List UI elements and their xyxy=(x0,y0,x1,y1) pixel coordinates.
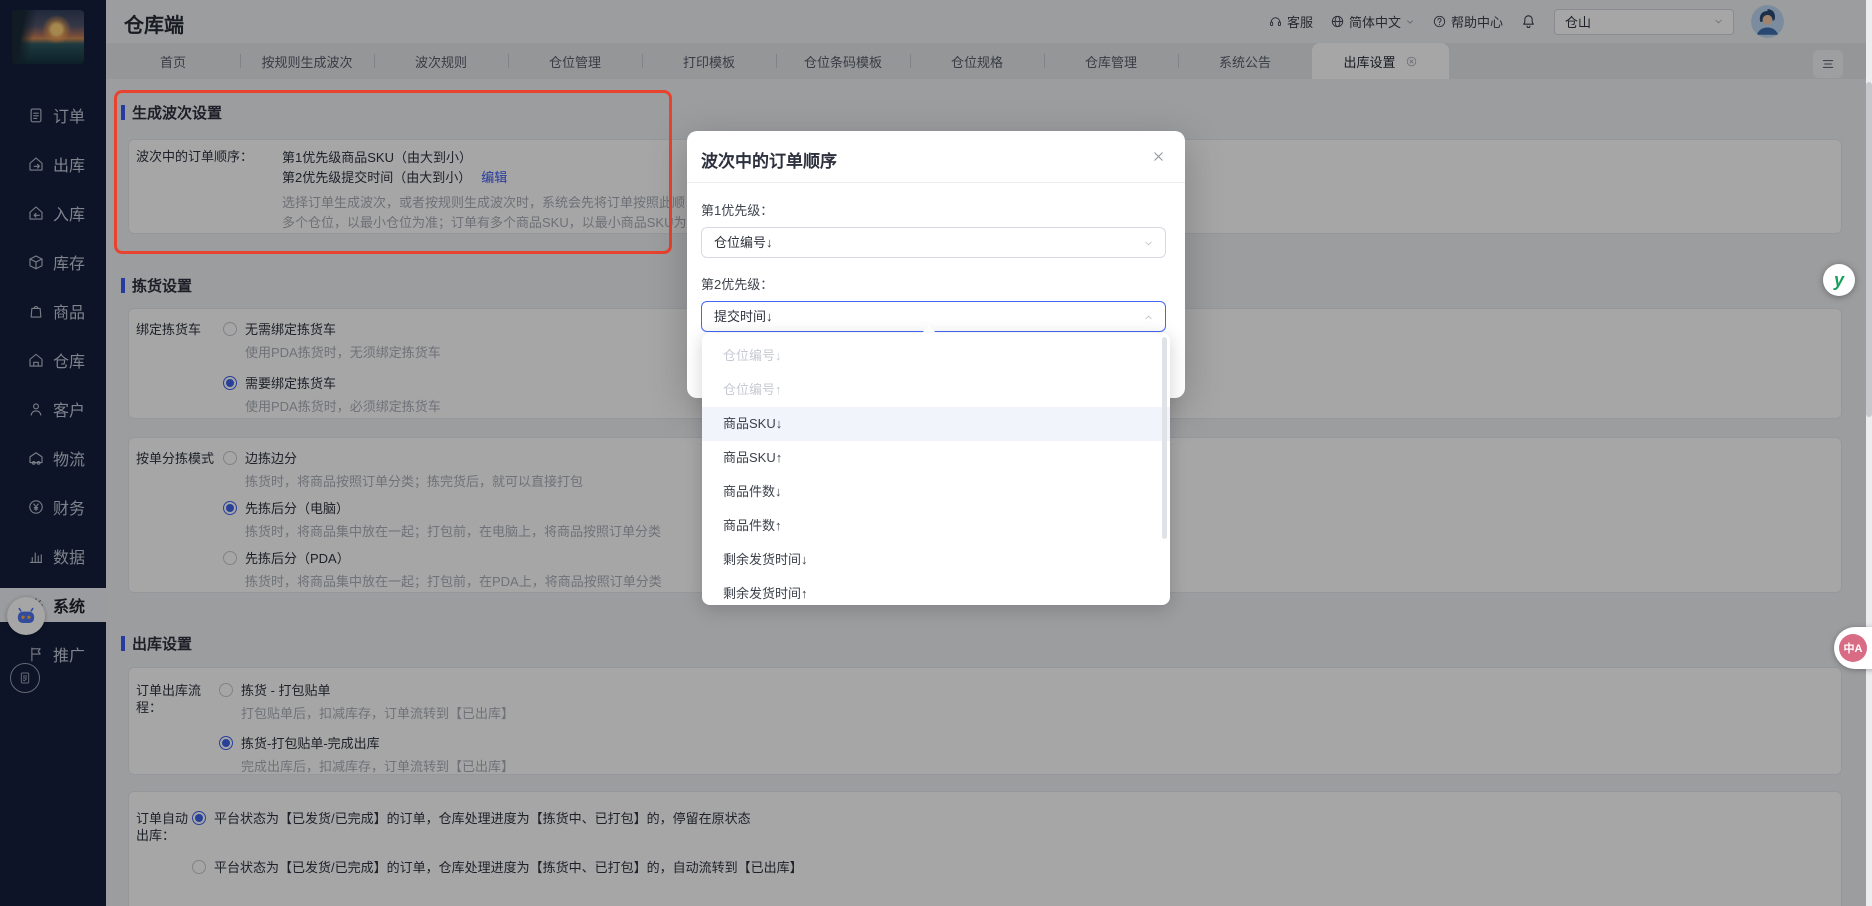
chevron-down-icon xyxy=(1143,238,1154,249)
dropdown-option[interactable]: 剩余发货时间↑ xyxy=(702,577,1170,605)
dropdown-option[interactable]: 商品件数↑ xyxy=(702,509,1170,543)
scrollbar-thumb[interactable] xyxy=(1866,82,1872,417)
dropdown-option[interactable]: 商品件数↓ xyxy=(702,475,1170,509)
close-icon[interactable] xyxy=(1151,149,1166,164)
guide-highlight-box xyxy=(114,90,672,254)
priority-dropdown: 仓位编号↓仓位编号↑商品SKU↓商品SKU↑商品件数↓商品件数↑剩余发货时间↓剩… xyxy=(702,333,1170,605)
priority-select-2[interactable]: 提交时间↓ xyxy=(701,301,1166,332)
modal-title: 波次中的订单顺序 xyxy=(701,147,837,172)
priority-field-label: 第1优先级： xyxy=(701,183,1166,219)
translate-button[interactable]: 中A xyxy=(1834,627,1872,669)
priority-select-value: 提交时间↓ xyxy=(702,302,1165,331)
browser-extension-button[interactable]: y xyxy=(1823,264,1855,296)
dropdown-option[interactable]: 剩余发货时间↓ xyxy=(702,543,1170,577)
priority-select-1[interactable]: 仓位编号↓ xyxy=(701,227,1166,258)
dropdown-option: 仓位编号↑ xyxy=(702,373,1170,407)
dropdown-scrollbar-thumb[interactable] xyxy=(1162,337,1167,539)
app-root: 仓库端 客服简体中文帮助中心 仓山 首页按规则生成波次波次规则仓位管理打印模板仓… xyxy=(0,0,1872,906)
page-scrollbar[interactable] xyxy=(1866,0,1872,906)
dropdown-option[interactable]: 商品SKU↓ xyxy=(702,407,1170,441)
priority-field-label: 第2优先级： xyxy=(701,274,1166,293)
dropdown-option[interactable]: 商品SKU↑ xyxy=(702,441,1170,475)
priority-select-value: 仓位编号↓ xyxy=(702,228,1165,257)
translate-icon: 中A xyxy=(1839,634,1867,662)
dropdown-option: 仓位编号↓ xyxy=(702,339,1170,373)
chevron-up-icon xyxy=(1143,312,1154,323)
